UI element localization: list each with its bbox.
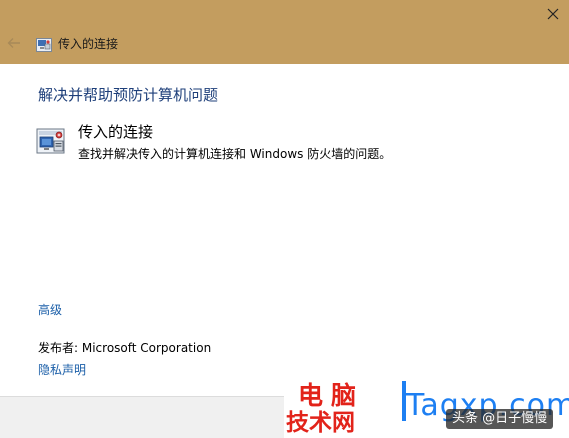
advanced-link[interactable]: 高级 bbox=[38, 302, 62, 318]
option-title: 传入的连接 bbox=[78, 123, 154, 141]
watermark-line1: 电脑 bbox=[298, 381, 365, 410]
close-icon bbox=[547, 5, 559, 24]
watermark-blue-block: Tagxp.com 头条 @日子慢慢 bbox=[402, 381, 569, 438]
network-connection-icon bbox=[36, 37, 52, 52]
watermark: 电脑 技术网 Tagxp.com 头条 @日子慢慢 bbox=[284, 381, 569, 438]
close-button[interactable] bbox=[537, 0, 569, 28]
watermark-line2: 技术网 bbox=[286, 410, 355, 436]
watermark-attribution: 头条 @日子慢慢 bbox=[446, 409, 554, 429]
watermark-red-block: 电脑 技术网 bbox=[284, 381, 402, 438]
option-description: 查找并解决传入的计算机连接和 Windows 防火墙的问题。 bbox=[78, 147, 392, 161]
network-troubleshoot-icon bbox=[36, 126, 68, 158]
back-arrow-icon bbox=[7, 34, 21, 53]
title-bar: 传入的连接 bbox=[0, 0, 569, 64]
page-heading: 解决并帮助预防计算机问题 bbox=[38, 86, 219, 104]
privacy-statement-link[interactable]: 隐私声明 bbox=[38, 362, 86, 378]
troubleshooter-option-incoming-connections[interactable]: 传入的连接 查找并解决传入的计算机连接和 Windows 防火墙的问题。 bbox=[36, 122, 436, 166]
publisher-text: 发布者: Microsoft Corporation bbox=[38, 341, 212, 355]
back-button[interactable] bbox=[4, 34, 24, 52]
window-title: 传入的连接 bbox=[58, 37, 119, 51]
troubleshooter-window: 传入的连接 解决并帮助预防计算机问题 传入的连接 查找并解决传入的计算机连接和 … bbox=[0, 0, 569, 438]
